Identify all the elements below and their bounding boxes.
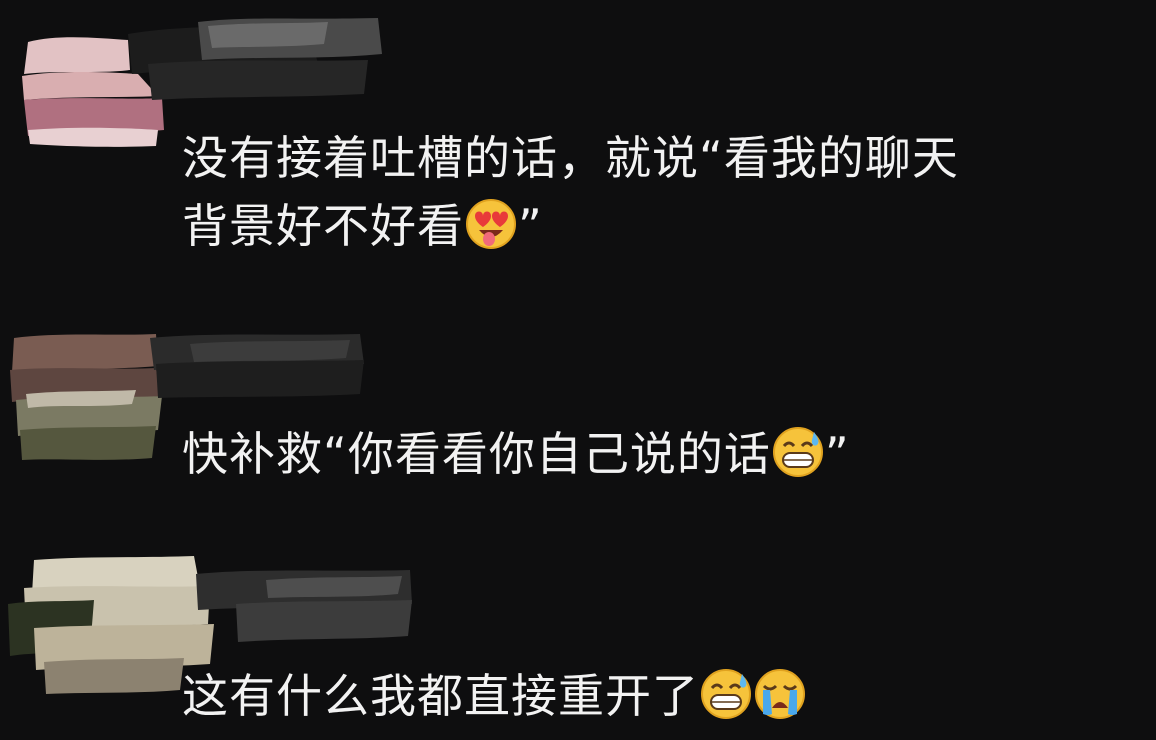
loudly-crying-emoji-icon [755, 669, 805, 719]
comment-2-close-quote: ” [824, 427, 850, 481]
comment-2-line-1-text: 快补救“你看看你自己说的话 [182, 427, 771, 481]
username-redacted[interactable] [128, 14, 388, 104]
username-redacted[interactable] [196, 564, 416, 644]
comment-list: { "comments": [ { "line1": "没有接着吐槽的话，就说“… [0, 0, 1156, 740]
comment-2: 快补救“你看看你自己说的话 ” [0, 320, 1156, 510]
comment-2-text: 快补救“你看看你自己说的话 ” [182, 420, 850, 488]
comment-1-line-2: 背景好不好看 ” [182, 192, 959, 260]
comment-3: 这有什么我都直接重开了 [0, 550, 1156, 740]
comment-1-line-2-text: 背景好不好看 [182, 199, 464, 253]
comment-1-line-1: 没有接着吐槽的话，就说“看我的聊天 [182, 131, 959, 185]
grinning-sweat-emoji-icon [772, 427, 823, 477]
avatar-redacted[interactable] [6, 330, 168, 462]
comment-1: 没有接着吐槽的话，就说“看我的聊天 背景好不好看 ” [0, 0, 1156, 290]
comment-3-line-1-text: 这有什么我都直接重开了 [182, 669, 699, 723]
grinning-sweat-emoji-icon [701, 669, 751, 719]
username-redacted[interactable] [150, 330, 370, 400]
comment-2-line-1: 快补救“你看看你自己说的话 ” [182, 420, 850, 488]
comment-3-text: 这有什么我都直接重开了 [182, 662, 807, 730]
comment-3-line-1: 这有什么我都直接重开了 [182, 662, 807, 730]
comment-1-close-quote: ” [518, 199, 543, 253]
heart-eyes-tongue-emoji-icon [466, 199, 516, 249]
comment-1-text: 没有接着吐槽的话，就说“看我的聊天 背景好不好看 ” [182, 124, 959, 260]
